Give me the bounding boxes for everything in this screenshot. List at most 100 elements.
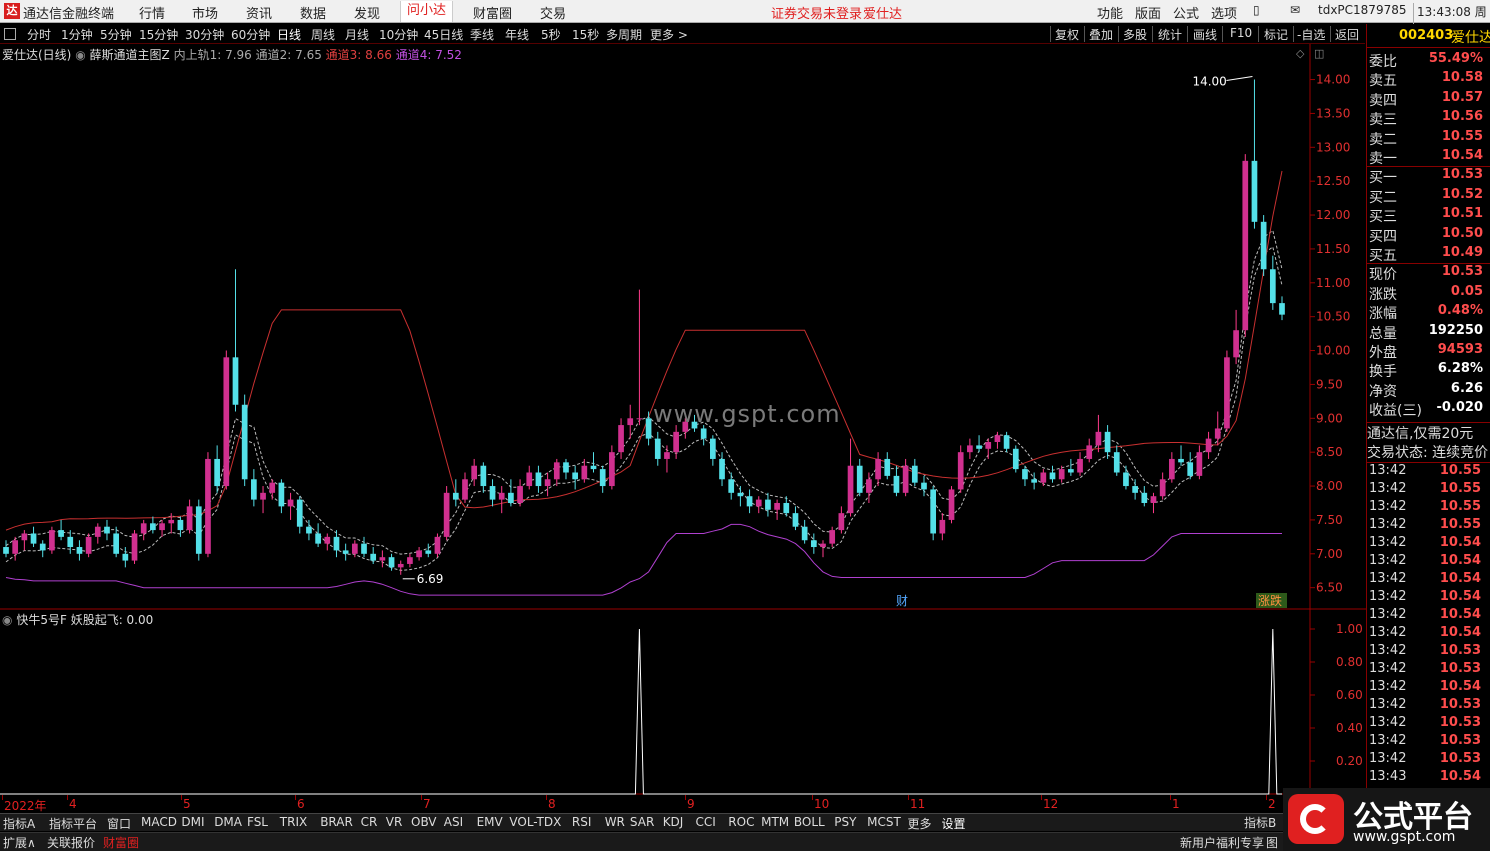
indicator-tab[interactable]: KDJ — [663, 815, 684, 829]
period-weekly[interactable]: 周线 — [311, 26, 335, 43]
tick-time: 13:42 — [1369, 571, 1407, 586]
tool-f10[interactable]: F10 — [1230, 26, 1252, 40]
period-60min[interactable]: 60分钟 — [231, 26, 270, 43]
period-30min[interactable]: 30分钟 — [185, 26, 224, 43]
indicator-tab[interactable]: 更多 — [908, 815, 932, 832]
tool-huaxian[interactable]: 画线 — [1193, 26, 1217, 43]
indicator-tab[interactable]: WR — [605, 815, 625, 829]
period-year[interactable]: 年线 — [505, 26, 529, 43]
indicator-tab[interactable]: FSL — [247, 815, 268, 829]
tool-zixuan[interactable]: -自选 — [1297, 26, 1325, 43]
period-10min[interactable]: 10分钟 — [379, 26, 418, 43]
period-15sec[interactable]: 15秒 — [572, 26, 599, 43]
indicator-tab[interactable]: 指标A — [3, 815, 35, 832]
candle-body — [140, 523, 147, 534]
period-multi[interactable]: 多周期 — [606, 26, 642, 43]
period-more[interactable]: 更多 > — [650, 26, 688, 43]
period-45day[interactable]: 45日线 — [424, 26, 463, 43]
indicator-tab[interactable]: EMV — [477, 815, 503, 829]
y-tick-label: 9.00 — [1316, 411, 1343, 425]
indicator-tab[interactable]: ASI — [444, 815, 463, 829]
menu-zixun[interactable]: 资讯 — [246, 3, 272, 22]
tool-biaoji[interactable]: 标记 — [1264, 26, 1288, 43]
indicator-tab[interactable]: ROC — [728, 815, 754, 829]
indicator-tab[interactable]: BOLL — [794, 815, 825, 829]
menu-caifuquan[interactable]: 财富圈 — [473, 3, 512, 22]
period-15min[interactable]: 15分钟 — [139, 26, 178, 43]
period-1min[interactable]: 1分钟 — [61, 26, 93, 43]
tool-diejia[interactable]: 叠加 — [1089, 26, 1113, 43]
related-quote-tab[interactable]: 关联报价 — [47, 834, 95, 851]
indicator-tab[interactable]: BRAR — [320, 815, 353, 829]
indicator-tab[interactable]: DMI — [181, 815, 204, 829]
info-promo[interactable]: 通达信,仅需20元 — [1367, 422, 1490, 441]
mail-icon[interactable]: ✉ — [1290, 3, 1300, 17]
indicator-tab[interactable]: CR — [361, 815, 378, 829]
quote-label: 买三 — [1369, 209, 1397, 226]
caifuquan-tab[interactable]: 财富圈 — [103, 834, 139, 851]
indicator-tab[interactable]: VR — [386, 815, 403, 829]
tool-fuquan[interactable]: 复权 — [1055, 26, 1079, 43]
expand-button[interactable]: 扩展∧ — [3, 834, 36, 851]
candle-body — [1113, 452, 1120, 473]
period-daily[interactable]: 日线 — [277, 26, 301, 43]
indicator-tab[interactable]: MACD — [141, 815, 177, 829]
quote-label: 买一 — [1369, 170, 1397, 187]
indicator-tab[interactable]: 窗口 — [107, 815, 131, 832]
indicator-tab[interactable]: PSY — [834, 815, 856, 829]
indicator-tab[interactable]: MCST — [867, 815, 901, 829]
period-5sec[interactable]: 5秒 — [541, 26, 561, 43]
indicator-tab[interactable]: MTM — [761, 815, 789, 829]
login-warning[interactable]: 证券交易未登录 — [771, 3, 862, 22]
menu-wenxiaoda[interactable]: 问小达 — [400, 1, 454, 22]
period-fenshi[interactable]: 分时 — [27, 26, 51, 43]
menu-faxian[interactable]: 发现 — [354, 3, 380, 22]
quote-label: 买五 — [1369, 248, 1397, 264]
indicator-tab[interactable]: OBV — [411, 815, 437, 829]
candle-body — [875, 458, 881, 480]
period-monthly[interactable]: 月线 — [345, 26, 369, 43]
indicator-tab[interactable]: CCI — [696, 815, 716, 829]
diamond-icon[interactable]: ◇ — [1296, 47, 1304, 60]
period-5min[interactable]: 5分钟 — [100, 26, 132, 43]
indicator-tab[interactable]: RSI — [572, 815, 592, 829]
menu-hangqing[interactable]: 行情 — [139, 3, 165, 22]
tool-tongji[interactable]: 统计 — [1158, 26, 1182, 43]
phone-icon[interactable]: ▯ — [1253, 3, 1260, 17]
legend-circle-icon[interactable]: ◉ — [75, 48, 85, 62]
indicator-tab[interactable]: 指标平台 — [49, 815, 97, 832]
menu-gongneng[interactable]: 功能 — [1097, 3, 1123, 22]
tool-duogu[interactable]: 多股 — [1123, 26, 1147, 43]
window-icon[interactable]: ◫ — [1314, 47, 1324, 60]
menu-shichang[interactable]: 市场 — [192, 3, 218, 22]
indicator-tab[interactable]: VOL-TDX — [509, 815, 561, 829]
indicator-b-tab[interactable]: 指标B — [1244, 814, 1276, 831]
user-id[interactable]: tdxPC1879785 — [1318, 3, 1406, 17]
image-button[interactable]: 图 — [1266, 834, 1278, 851]
candle-body — [664, 452, 670, 459]
new-user-welfare[interactable]: 新用户福利专享 — [1180, 834, 1264, 851]
tool-fanhui[interactable]: 返回 — [1335, 26, 1359, 43]
candle-body — [801, 526, 808, 541]
toggle-panel-icon[interactable] — [4, 28, 16, 40]
max-pointer — [1226, 76, 1253, 82]
candle-body — [911, 465, 918, 483]
candle-body — [251, 479, 257, 500]
indicator-tab[interactable]: TRIX — [280, 815, 307, 829]
menu-jiaoyi[interactable]: 交易 — [540, 3, 566, 22]
indicator-tab[interactable]: SAR — [630, 815, 654, 829]
legend-circle-icon[interactable]: ◉ — [2, 613, 12, 627]
menu-banmian[interactable]: 版面 — [1135, 3, 1161, 22]
formula-name[interactable]: 薛斯通道主图Z — [90, 48, 170, 62]
menu-gongshi[interactable]: 公式 — [1173, 3, 1199, 22]
finance-marker: 财 — [896, 594, 908, 608]
menu-xuanxiang[interactable]: 选项 — [1211, 3, 1237, 22]
quote-label: 买二 — [1369, 189, 1397, 206]
tick-price: 10.53 — [1439, 661, 1481, 676]
sub-formula-name[interactable]: 快牛5号F — [16, 613, 67, 627]
menu-shuju[interactable]: 数据 — [300, 3, 326, 22]
period-quarter[interactable]: 季线 — [470, 26, 494, 43]
indicator-tab[interactable]: 设置 — [942, 815, 966, 832]
indicator-tab[interactable]: DMA — [214, 815, 242, 829]
quote-label: 总量 — [1369, 325, 1397, 342]
